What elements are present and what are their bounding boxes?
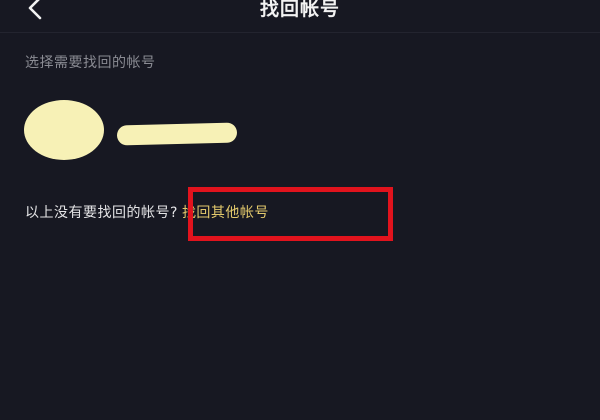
avatar xyxy=(24,100,104,160)
account-name-redacted xyxy=(116,122,238,146)
page-title: 找回帐号 xyxy=(259,0,340,20)
nav-divider xyxy=(0,32,600,33)
recover-other-account-link[interactable]: 找回其他帐号 xyxy=(182,205,269,221)
hint-row: 以上没有要找回的帐号? 找回其他帐号 xyxy=(25,202,269,222)
section-label: 选择需要找回的帐号 xyxy=(25,55,156,71)
hint-text: 以上没有要找回的帐号? xyxy=(25,205,178,221)
nav-bar: 找回帐号 xyxy=(0,0,600,32)
account-item[interactable] xyxy=(20,94,250,164)
